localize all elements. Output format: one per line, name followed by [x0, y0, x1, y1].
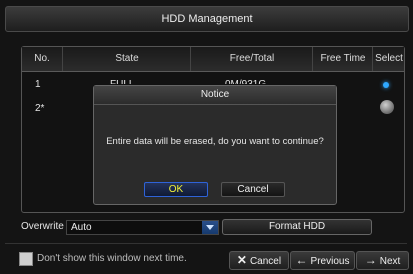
next-button[interactable]: → Next: [356, 251, 409, 270]
column-select: Select: [372, 47, 405, 71]
overwrite-value: Auto: [71, 222, 92, 233]
next-label: Next: [379, 256, 401, 267]
dialog-title: Notice: [94, 86, 336, 105]
overwrite-select[interactable]: Auto: [66, 220, 219, 235]
column-state: State: [62, 47, 191, 71]
cancel-dialog-button[interactable]: Cancel: [221, 182, 285, 197]
chevron-down-icon[interactable]: [202, 221, 218, 234]
column-free-total: Free/Total: [190, 47, 313, 71]
overwrite-label: Overwrite: [21, 221, 64, 232]
previous-label: Previous: [310, 256, 350, 267]
column-free-time: Free Time: [312, 47, 373, 71]
cancel-button[interactable]: ✕ Cancel: [229, 251, 289, 270]
arrow-right-icon: →: [364, 253, 377, 267]
table-header: No. State Free/Total Free Time Select: [22, 47, 404, 72]
close-icon: ✕: [236, 253, 247, 267]
cancel-label: Cancel: [249, 256, 282, 267]
dont-show-checkbox[interactable]: [19, 252, 33, 266]
dont-show-label: Don't show this window next time.: [37, 253, 187, 264]
notice-dialog: Notice Entire data will be erased, do yo…: [93, 85, 337, 205]
column-no: No.: [34, 53, 50, 64]
previous-button[interactable]: ← Previous: [290, 251, 355, 270]
row-no: 1: [35, 79, 41, 90]
window-title: HDD Management: [5, 6, 409, 32]
format-hdd-button[interactable]: Format HDD: [222, 219, 372, 235]
row-no: 2*: [35, 103, 45, 114]
dialog-message: Entire data will be erased, do you want …: [106, 136, 324, 147]
ok-button[interactable]: OK: [144, 182, 208, 197]
arrow-left-icon: ←: [295, 253, 308, 267]
select-radio-selected[interactable]: [383, 82, 389, 88]
select-radio[interactable]: [380, 100, 394, 114]
